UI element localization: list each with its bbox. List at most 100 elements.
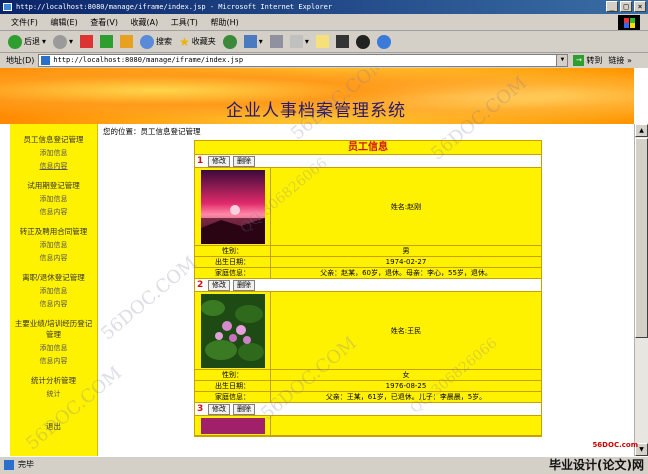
employee-name: 姓名:王民 bbox=[390, 326, 422, 335]
record-row: 性别：女 bbox=[195, 370, 541, 381]
employee-name: 姓名:赵刚 bbox=[390, 202, 422, 211]
windows-logo-icon bbox=[618, 15, 640, 30]
window-titlebar: http://localhost:8080/manage/iframe/inde… bbox=[0, 0, 648, 14]
sidebar-group-performance[interactable]: 主要业绩/培训经历登记管理 bbox=[10, 318, 97, 340]
record-header: 3 修改 删除 bbox=[195, 403, 541, 416]
record-number: 2 bbox=[197, 280, 204, 290]
record-header: 1 修改 删除 bbox=[195, 155, 541, 168]
sidebar-group-retire[interactable]: 离职/退休登记管理 bbox=[10, 272, 97, 283]
search-icon bbox=[140, 34, 155, 49]
delete-button[interactable]: 删除 bbox=[233, 155, 255, 167]
print-button[interactable] bbox=[268, 32, 285, 52]
menu-file[interactable]: 文件(F) bbox=[6, 14, 43, 31]
page-title: 企业人事档案管理系统 bbox=[226, 101, 406, 121]
ie-app-icon bbox=[3, 3, 12, 11]
record-header: 2 修改 删除 bbox=[195, 279, 541, 292]
stop-button[interactable] bbox=[78, 32, 95, 52]
menu-edit[interactable]: 编辑(E) bbox=[45, 14, 82, 31]
chevron-down-icon: ▾ bbox=[42, 37, 47, 46]
sidebar-logout[interactable]: 退出 bbox=[10, 421, 97, 432]
sidebar-item-add[interactable]: 添加信息 bbox=[10, 343, 97, 353]
sidebar-item-add[interactable]: 添加信息 bbox=[10, 194, 97, 204]
qq-button[interactable] bbox=[354, 32, 372, 52]
panel-title: 员工信息 bbox=[195, 141, 541, 155]
forward-button[interactable]: ▾ bbox=[51, 32, 75, 52]
scroll-thumb[interactable] bbox=[635, 138, 648, 338]
favorites-button[interactable]: ★ 收藏夹 bbox=[177, 32, 218, 52]
edit-page-button[interactable]: ▾ bbox=[288, 32, 311, 52]
menu-help[interactable]: 帮助(H) bbox=[205, 14, 243, 31]
page-icon bbox=[41, 56, 51, 65]
employee-photo bbox=[195, 168, 271, 245]
history-icon bbox=[243, 35, 257, 48]
k-icon bbox=[335, 35, 349, 48]
sidebar-group-employee[interactable]: 员工信息登记管理 bbox=[10, 134, 97, 145]
sidebar-item-content[interactable]: 信息内容 bbox=[10, 299, 97, 309]
scroll-up-button[interactable]: ▲ bbox=[635, 124, 648, 137]
close-button[interactable]: × bbox=[634, 1, 646, 12]
brand-logo: 毕业设计(论文)网 bbox=[549, 458, 644, 472]
sidebar-item-content[interactable]: 信息内容 bbox=[10, 207, 97, 217]
menu-favorites[interactable]: 收藏(A) bbox=[126, 14, 164, 31]
menu-bar: 文件(F) 编辑(E) 查看(V) 收藏(A) 工具(T) 帮助(H) bbox=[0, 14, 648, 31]
status-text: 完毕 bbox=[18, 460, 34, 469]
status-bar: 完毕 毕业设计(论文)网 bbox=[0, 456, 648, 474]
sidebar-item-content[interactable]: 信息内容 bbox=[10, 253, 97, 263]
sidebar-item-content[interactable]: 信息内容 bbox=[10, 161, 97, 171]
minimize-button[interactable]: _ bbox=[606, 1, 618, 12]
record-number: 3 bbox=[197, 404, 204, 414]
back-button[interactable]: 后退 ▾ bbox=[6, 32, 48, 52]
record-body bbox=[195, 416, 541, 436]
address-label: 地址(D) bbox=[6, 56, 35, 65]
discuss-button[interactable] bbox=[314, 32, 331, 52]
address-input[interactable]: http://localhost:8080/manage/iframe/inde… bbox=[38, 54, 569, 67]
breadcrumb: 您的位置：员工信息登记管理 bbox=[103, 127, 201, 136]
vertical-scrollbar[interactable]: ▲ ▼ bbox=[634, 124, 648, 456]
refresh-button[interactable] bbox=[98, 32, 115, 52]
forward-arrow-icon bbox=[53, 34, 68, 49]
record-body: 姓名:赵刚 bbox=[195, 168, 541, 246]
sidebar-item-stats[interactable]: 统计 bbox=[10, 389, 97, 399]
menu-view[interactable]: 查看(V) bbox=[85, 14, 123, 31]
employee-photo bbox=[195, 292, 271, 369]
record-row: 出生日期： 1974-02-27 bbox=[195, 257, 541, 268]
edit-button[interactable]: 修改 bbox=[208, 403, 230, 415]
edit-button[interactable]: 修改 bbox=[208, 279, 230, 291]
chevron-down-icon: ▾ bbox=[304, 37, 309, 46]
sidebar-group-contract[interactable]: 转正及聘用合同管理 bbox=[10, 226, 97, 237]
links-button[interactable]: 链接 » bbox=[608, 55, 631, 66]
window-controls: _ □ × bbox=[606, 1, 646, 12]
menu-tools[interactable]: 工具(T) bbox=[166, 14, 203, 31]
toolbar: 后退 ▾ ▾ 搜索 ★ 收藏夹 ▾ ▾ bbox=[0, 31, 648, 53]
tool-icon bbox=[376, 34, 391, 49]
chevron-down-icon[interactable]: ▼ bbox=[556, 55, 568, 66]
k-button[interactable] bbox=[334, 32, 351, 52]
delete-button[interactable]: 删除 bbox=[233, 403, 255, 415]
back-arrow-icon bbox=[8, 34, 22, 49]
delete-button[interactable]: 删除 bbox=[233, 279, 255, 291]
sidebar-group-statistics[interactable]: 统计分析管理 bbox=[10, 375, 97, 386]
history-button[interactable]: ▾ bbox=[242, 32, 265, 52]
media-button[interactable] bbox=[221, 32, 239, 52]
address-bar: 地址(D) http://localhost:8080/manage/ifram… bbox=[0, 53, 648, 68]
refresh-icon bbox=[100, 35, 114, 48]
print-icon bbox=[269, 35, 283, 48]
edit-button[interactable]: 修改 bbox=[208, 155, 230, 167]
record-row: 家庭信息： 父亲：赵某，60岁，退休。母亲：李心，55岁，退休。 bbox=[195, 268, 541, 279]
sidebar-item-content[interactable]: 信息内容 bbox=[10, 356, 97, 366]
sidebar-item-add[interactable]: 添加信息 bbox=[10, 240, 97, 250]
home-button[interactable] bbox=[118, 32, 135, 52]
page-viewport: 企业人事档案管理系统 员工信息登记管理 添加信息 信息内容 试用期登记管理 添加… bbox=[0, 68, 648, 456]
record-row: 出生日期： 1976-08-25 bbox=[195, 381, 541, 392]
tool-button[interactable] bbox=[375, 32, 393, 52]
home-icon bbox=[120, 35, 134, 48]
folder-icon bbox=[315, 35, 329, 48]
site-banner: 企业人事档案管理系统 bbox=[0, 68, 634, 124]
search-button[interactable]: 搜索 bbox=[138, 32, 174, 52]
sidebar-item-add[interactable]: 添加信息 bbox=[10, 148, 97, 158]
sidebar-item-add[interactable]: 添加信息 bbox=[10, 286, 97, 296]
sidebar-group-probation[interactable]: 试用期登记管理 bbox=[10, 180, 97, 191]
maximize-button[interactable]: □ bbox=[620, 1, 632, 12]
go-button[interactable]: → 转到 bbox=[573, 55, 602, 66]
star-icon: ★ bbox=[179, 34, 190, 49]
